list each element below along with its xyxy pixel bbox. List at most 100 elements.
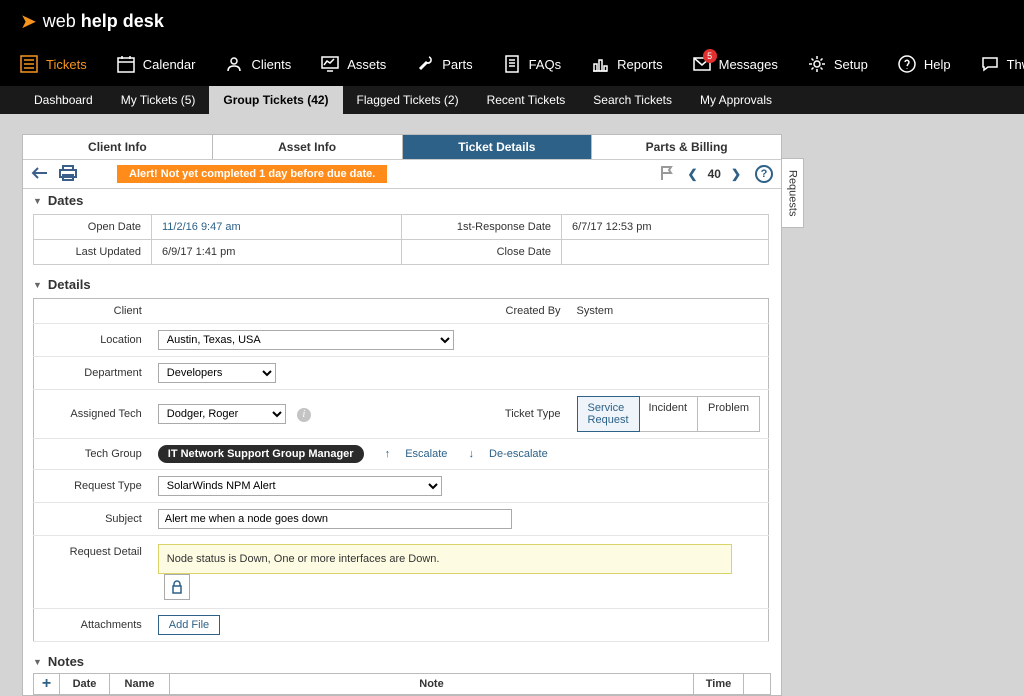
subject-input[interactable] — [158, 509, 512, 529]
monitor-icon — [321, 55, 339, 73]
section-dates-header[interactable]: ▼ Dates — [23, 189, 781, 212]
calendar-icon — [117, 55, 135, 73]
section-title: Details — [48, 277, 91, 292]
brand-logo: ➤ web help desk — [20, 9, 164, 34]
info-icon[interactable]: i — [297, 408, 311, 422]
notes-table-header: + Date Name Note Time — [33, 673, 771, 695]
last-updated-value: 6/9/17 1:41 pm — [152, 240, 402, 265]
alert-banner: Alert! Not yet completed 1 day before du… — [117, 165, 387, 183]
gear-icon — [808, 55, 826, 73]
nav-label: Reports — [617, 57, 663, 72]
chat-icon — [981, 55, 999, 73]
client-label: Client — [34, 299, 150, 324]
tab-asset-info[interactable]: Asset Info — [213, 135, 403, 159]
nav-thwack[interactable]: Thwack — [981, 55, 1024, 73]
nav-label: Clients — [251, 57, 291, 72]
escalate-link[interactable]: Escalate — [405, 448, 447, 460]
type-incident[interactable]: Incident — [639, 397, 699, 431]
request-type-select[interactable]: SolarWinds NPM Alert — [158, 476, 442, 496]
nav-label: FAQs — [529, 57, 562, 72]
close-date-value — [562, 240, 769, 265]
subnav-dashboard[interactable]: Dashboard — [20, 86, 107, 114]
nav-label: Assets — [347, 57, 386, 72]
location-select[interactable]: Austin, Texas, USA — [158, 330, 454, 350]
add-file-button[interactable]: Add File — [158, 615, 220, 635]
flag-button[interactable] — [660, 165, 674, 184]
nav-setup[interactable]: Setup — [808, 55, 868, 73]
print-button[interactable] — [59, 165, 77, 184]
dates-table: Open Date 11/2/16 9:47 am 1st-Response D… — [33, 214, 769, 265]
first-response-label: 1st-Response Date — [402, 215, 562, 240]
tab-parts-billing[interactable]: Parts & Billing — [592, 135, 781, 159]
ticket-type-group: Service Request Incident Problem — [577, 396, 760, 432]
back-button[interactable] — [31, 166, 49, 183]
nav-label: Tickets — [46, 57, 87, 72]
arrow-down-icon: ↓ — [468, 448, 474, 460]
nav-calendar[interactable]: Calendar — [117, 55, 196, 73]
add-note-button[interactable]: + — [34, 674, 60, 694]
nav-label: Help — [924, 57, 951, 72]
nav-reports[interactable]: Reports — [591, 55, 663, 73]
tab-client-info[interactable]: Client Info — [23, 135, 213, 159]
first-response-value: 6/7/17 12:53 pm — [562, 215, 769, 240]
nav-tickets[interactable]: Tickets — [20, 55, 87, 73]
close-date-label: Close Date — [402, 240, 562, 265]
attachments-label: Attachments — [34, 609, 150, 642]
subnav-my-tickets[interactable]: My Tickets (5) — [107, 86, 210, 114]
nav-label: Setup — [834, 57, 868, 72]
assigned-tech-select[interactable]: Dodger, Roger — [158, 404, 286, 424]
assigned-tech-label: Assigned Tech — [34, 390, 150, 439]
subnav-my-approvals[interactable]: My Approvals — [686, 86, 786, 114]
help-button[interactable]: ? — [755, 165, 773, 183]
tech-group-pill: IT Network Support Group Manager — [158, 445, 364, 463]
request-detail-box: Node status is Down, One or more interfa… — [158, 544, 732, 574]
record-number: 40 — [708, 167, 721, 181]
location-label: Location — [34, 324, 150, 357]
nav-label: Messages — [719, 57, 778, 72]
help-icon — [898, 55, 916, 73]
section-notes-header[interactable]: ▼ Notes — [23, 650, 781, 673]
brand-text: web help desk — [43, 11, 164, 32]
prev-record[interactable]: ❮ — [688, 167, 698, 181]
subnav-group-tickets[interactable]: Group Tickets (42) — [209, 86, 342, 114]
nav-label: Thwack — [1007, 57, 1024, 72]
deescalate-link[interactable]: De-escalate — [489, 448, 548, 460]
subnav-recent-tickets[interactable]: Recent Tickets — [473, 86, 580, 114]
ticket-type-label: Ticket Type — [449, 390, 569, 439]
collapse-icon: ▼ — [33, 196, 42, 206]
nav-clients[interactable]: Clients — [225, 55, 291, 73]
user-icon — [225, 55, 243, 73]
subnav-flagged-tickets[interactable]: Flagged Tickets (2) — [343, 86, 473, 114]
col-note: Note — [170, 674, 694, 694]
department-label: Department — [34, 357, 150, 390]
open-date-label: Open Date — [34, 215, 152, 240]
nav-messages[interactable]: 5 Messages — [693, 55, 778, 73]
collapse-icon: ▼ — [33, 280, 42, 290]
subject-label: Subject — [34, 503, 150, 536]
request-detail-label: Request Detail — [34, 536, 150, 609]
created-by-value: System — [569, 299, 769, 324]
envelope-icon: 5 — [693, 55, 711, 73]
type-service-request[interactable]: Service Request — [577, 396, 640, 432]
nav-parts[interactable]: Parts — [416, 55, 472, 73]
department-select[interactable]: Developers — [158, 363, 276, 383]
type-problem[interactable]: Problem — [698, 397, 759, 431]
subnav-search-tickets[interactable]: Search Tickets — [579, 86, 686, 114]
chart-icon — [591, 55, 609, 73]
open-date-value[interactable]: 11/2/16 9:47 am — [162, 221, 241, 233]
tab-ticket-details[interactable]: Ticket Details — [403, 135, 593, 159]
created-by-label: Created By — [449, 299, 569, 324]
nav-assets[interactable]: Assets — [321, 55, 386, 73]
arrow-up-icon: ↑ — [385, 448, 391, 460]
lock-button[interactable] — [164, 574, 190, 600]
col-time: Time — [694, 674, 744, 694]
nav-faqs[interactable]: FAQs — [503, 55, 562, 73]
requests-side-tab[interactable]: Requests — [782, 158, 804, 228]
nav-help[interactable]: Help — [898, 55, 951, 73]
plus-icon: + — [42, 675, 51, 693]
next-record[interactable]: ❯ — [731, 167, 741, 181]
section-details-header[interactable]: ▼ Details — [23, 273, 781, 296]
section-title: Dates — [48, 193, 83, 208]
brand-icon: ➤ — [20, 9, 37, 34]
tech-group-label: Tech Group — [34, 439, 150, 470]
